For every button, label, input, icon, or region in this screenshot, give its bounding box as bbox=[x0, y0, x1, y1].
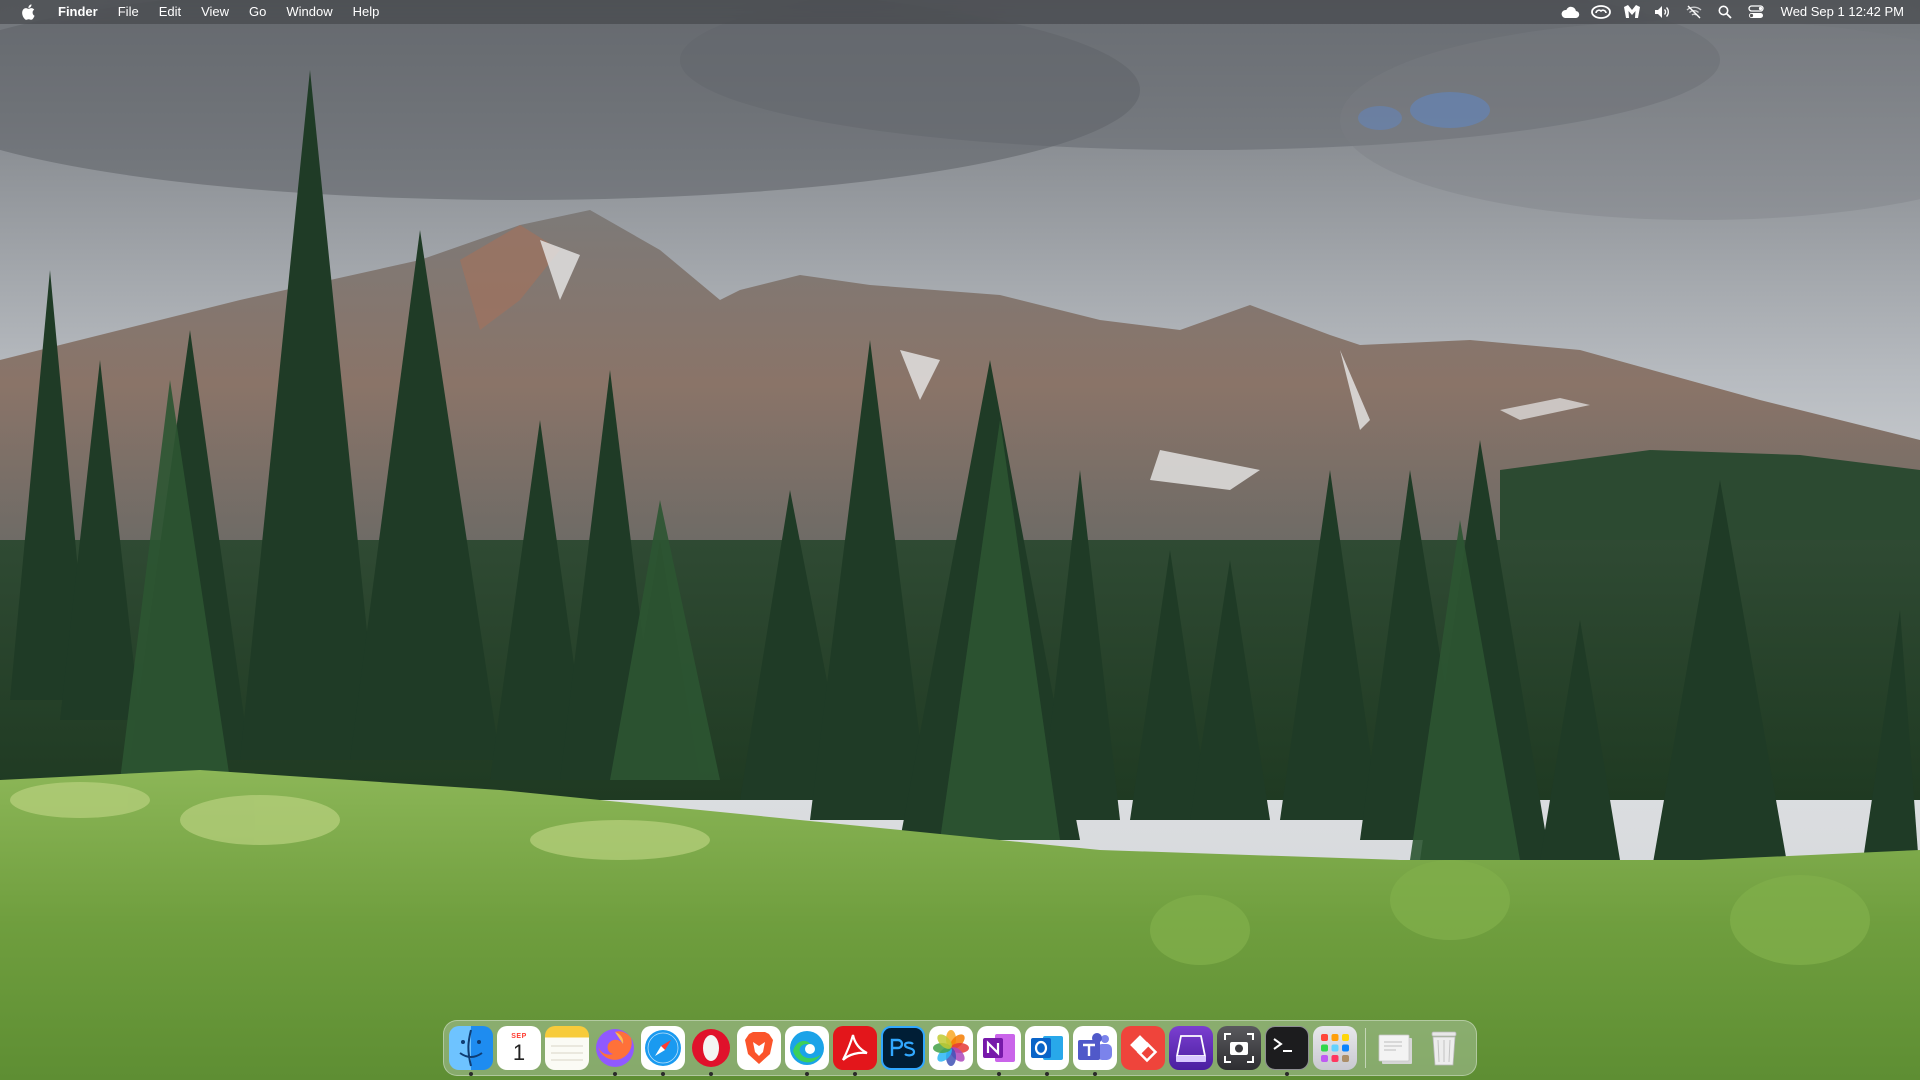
running-indicator bbox=[997, 1072, 1001, 1076]
outlook-icon bbox=[1025, 1026, 1069, 1070]
running-indicator bbox=[853, 1072, 857, 1076]
dock-app-photos[interactable] bbox=[929, 1026, 973, 1070]
dock-app-firefox[interactable] bbox=[593, 1026, 637, 1076]
dock-app-photoshop[interactable] bbox=[881, 1026, 925, 1070]
dock-app-safari[interactable] bbox=[641, 1026, 685, 1076]
volume-icon[interactable] bbox=[1652, 0, 1674, 24]
running-indicator bbox=[1093, 1072, 1097, 1076]
dock-app-onenote[interactable] bbox=[977, 1026, 1021, 1076]
document-stack-icon bbox=[1374, 1026, 1418, 1070]
dock-app-acrobat[interactable] bbox=[833, 1026, 877, 1076]
dock-downloads-stack[interactable] bbox=[1374, 1026, 1418, 1070]
wifi-off-icon[interactable] bbox=[1683, 0, 1705, 24]
calendar-icon: SEP 1 bbox=[497, 1026, 541, 1070]
hard-drive-icon bbox=[1169, 1026, 1213, 1070]
dock: SEP 1 bbox=[443, 1020, 1477, 1076]
launchpad-icon bbox=[1313, 1026, 1357, 1070]
finder-icon bbox=[449, 1026, 493, 1070]
brave-icon bbox=[737, 1026, 781, 1070]
control-center-icon[interactable] bbox=[1745, 0, 1767, 24]
desktop: Finder File Edit View Go Window Help Wed… bbox=[0, 0, 1920, 1080]
mailbird-icon[interactable] bbox=[1621, 0, 1643, 24]
menu-app-name[interactable]: Finder bbox=[58, 0, 98, 24]
running-indicator bbox=[1285, 1072, 1289, 1076]
menu-bar-status-area: Wed Sep 1 12:42 PM bbox=[1550, 0, 1920, 24]
dock-app-launchpad[interactable] bbox=[1313, 1026, 1357, 1070]
dock-app-disk-utility[interactable] bbox=[1169, 1026, 1213, 1070]
dock-app-calendar[interactable]: SEP 1 bbox=[497, 1026, 541, 1070]
trash-icon bbox=[1422, 1026, 1466, 1070]
dock-trash[interactable] bbox=[1422, 1026, 1466, 1070]
apple-logo-icon[interactable] bbox=[18, 0, 38, 24]
onenote-icon bbox=[977, 1026, 1021, 1070]
dock-app-brave[interactable] bbox=[737, 1026, 781, 1070]
running-indicator bbox=[613, 1072, 617, 1076]
acrobat-icon bbox=[833, 1026, 877, 1070]
dock-app-anydesk[interactable] bbox=[1121, 1026, 1165, 1070]
anydesk-icon bbox=[1121, 1026, 1165, 1070]
running-indicator bbox=[469, 1072, 473, 1076]
dock-app-teams[interactable] bbox=[1073, 1026, 1117, 1076]
dock-app-opera[interactable] bbox=[689, 1026, 733, 1076]
photos-icon bbox=[929, 1026, 973, 1070]
firefox-icon bbox=[593, 1026, 637, 1070]
terminal-icon bbox=[1265, 1026, 1309, 1070]
notes-icon bbox=[545, 1026, 589, 1070]
calendar-day: 1 bbox=[512, 1039, 526, 1065]
creative-cloud-icon[interactable] bbox=[1590, 0, 1612, 24]
dock-separator bbox=[1365, 1028, 1366, 1068]
opera-icon bbox=[689, 1026, 733, 1070]
spotlight-search-icon[interactable] bbox=[1714, 0, 1736, 24]
menu-bar: Finder File Edit View Go Window Help Wed… bbox=[0, 0, 1920, 24]
running-indicator bbox=[805, 1072, 809, 1076]
menu-bar-left: Finder File Edit View Go Window Help bbox=[0, 0, 399, 24]
icloud-icon[interactable] bbox=[1559, 0, 1581, 24]
menu-help[interactable]: Help bbox=[353, 0, 380, 24]
running-indicator bbox=[1045, 1072, 1049, 1076]
menu-file[interactable]: File bbox=[118, 0, 139, 24]
menu-go[interactable]: Go bbox=[249, 0, 266, 24]
desktop-wallpaper bbox=[0, 0, 1920, 1080]
running-indicator bbox=[661, 1072, 665, 1076]
edge-icon bbox=[785, 1026, 829, 1070]
screenshot-icon bbox=[1217, 1026, 1261, 1070]
running-indicator bbox=[709, 1072, 713, 1076]
safari-icon bbox=[641, 1026, 685, 1070]
dock-app-outlook[interactable] bbox=[1025, 1026, 1069, 1076]
teams-icon bbox=[1073, 1026, 1117, 1070]
dock-app-edge[interactable] bbox=[785, 1026, 829, 1076]
dock-app-terminal[interactable] bbox=[1265, 1026, 1309, 1076]
menu-bar-clock[interactable]: Wed Sep 1 12:42 PM bbox=[1781, 0, 1904, 24]
menu-window[interactable]: Window bbox=[286, 0, 332, 24]
photoshop-icon bbox=[881, 1026, 925, 1070]
menu-view[interactable]: View bbox=[201, 0, 229, 24]
dock-app-notes[interactable] bbox=[545, 1026, 589, 1070]
menu-edit[interactable]: Edit bbox=[159, 0, 181, 24]
dock-app-finder[interactable] bbox=[449, 1026, 493, 1076]
dock-app-screenshot[interactable] bbox=[1217, 1026, 1261, 1070]
